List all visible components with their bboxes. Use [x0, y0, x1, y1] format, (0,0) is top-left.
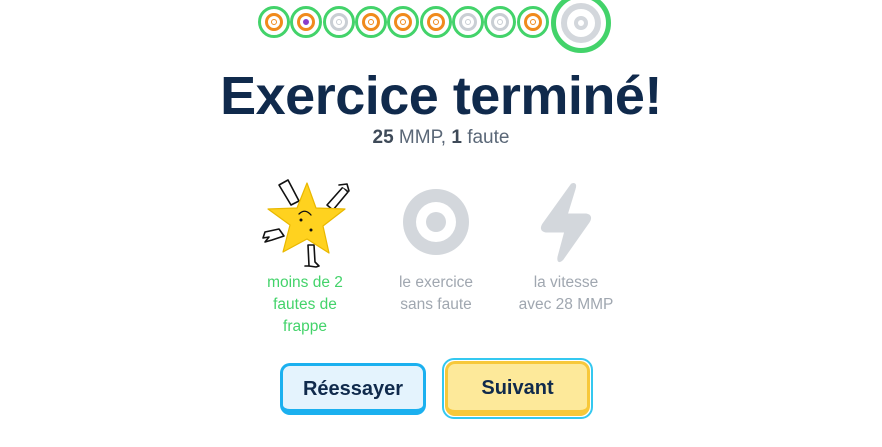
achievement-label: moins de 2 fautes de frappe [267, 274, 343, 335]
progress-dot-current [551, 0, 611, 53]
target-icon [459, 13, 477, 31]
lightning-icon [496, 175, 636, 270]
next-button[interactable]: Suivant [445, 361, 590, 416]
achievement-perfect-exercise: le exercice sans faute [366, 175, 506, 316]
progress-dot [387, 6, 419, 38]
target-icon [362, 13, 380, 31]
exercise-complete-screen: Exercice terminé! 25 MMP, 1 faute moins … [0, 0, 882, 447]
achievement-speed: la vitesse avec 28 MMP [496, 175, 636, 316]
result-summary: 25 MMP, 1 faute [0, 126, 882, 150]
errors-unit: faute [461, 127, 510, 148]
achievement-label: la vitesse avec 28 MMP [518, 274, 614, 313]
progress-dot [323, 6, 355, 38]
target-icon [265, 13, 283, 31]
wpm-unit: MMP, [393, 127, 452, 148]
wpm-value: 25 [372, 127, 394, 148]
target-icon [394, 13, 412, 31]
achievement-accuracy: moins de 2 fautes de frappe [235, 175, 375, 338]
progress-dot [517, 6, 549, 38]
progress-dot [290, 6, 322, 38]
progress-dot [484, 6, 516, 38]
progress-dot [355, 6, 387, 38]
star-mascot-icon [235, 175, 375, 270]
progress-dot [258, 6, 290, 38]
progress-dot [420, 6, 452, 38]
target-icon [330, 13, 348, 31]
target-icon [297, 13, 315, 31]
target-icon [561, 3, 601, 43]
target-icon [366, 175, 506, 270]
target-icon [524, 13, 542, 31]
page-title: Exercice terminé! [220, 66, 662, 126]
progress-dot [452, 6, 484, 38]
achievement-label: le exercice sans faute [398, 274, 474, 313]
target-icon [491, 13, 509, 31]
target-icon [427, 13, 445, 31]
retry-button[interactable]: Réessayer [280, 363, 426, 415]
errors-value: 1 [451, 127, 462, 148]
lesson-progress [0, 0, 882, 53]
